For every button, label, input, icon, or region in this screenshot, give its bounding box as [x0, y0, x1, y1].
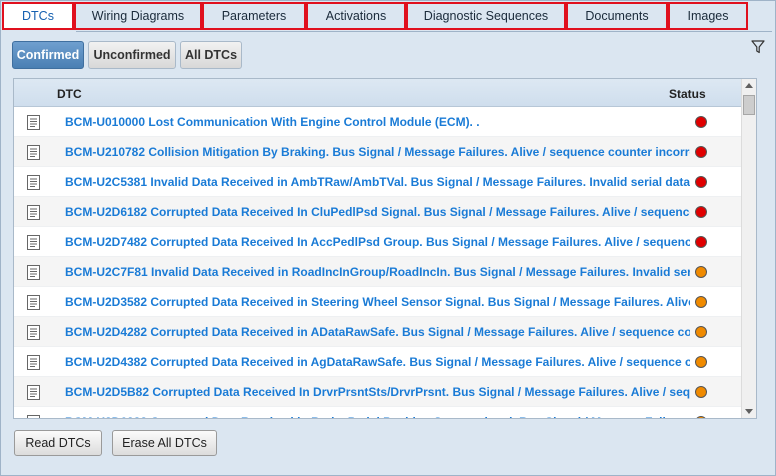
tab-bar: DTCs Wiring Diagrams Parameters Activati…: [2, 1, 774, 32]
tab-activations[interactable]: Activations: [306, 2, 406, 30]
status-indicator: [695, 206, 707, 218]
tab-wiring-diagrams[interactable]: Wiring Diagrams: [74, 2, 202, 30]
dtc-link[interactable]: BCM-U2C5381 Invalid Data Received in Amb…: [65, 175, 690, 189]
document-icon: [27, 295, 40, 310]
document-icon: [27, 145, 40, 160]
column-header-status[interactable]: Status: [669, 87, 706, 101]
table-row[interactable]: BCM-U210782 Collision Mitigation By Brak…: [14, 137, 741, 167]
status-indicator: [695, 326, 707, 338]
status-indicator: [695, 146, 707, 158]
document-icon: [27, 415, 40, 418]
table-row[interactable]: BCM-U2D7482 Corrupted Data Received In A…: [14, 227, 741, 257]
erase-all-dtcs-button[interactable]: Erase All DTCs: [112, 430, 217, 456]
document-icon: [27, 265, 40, 280]
document-icon: [27, 235, 40, 250]
dtc-link[interactable]: BCM-U2D4282 Corrupted Data Received in A…: [65, 325, 690, 339]
status-indicator: [695, 386, 707, 398]
filter-unconfirmed[interactable]: Unconfirmed: [88, 41, 176, 69]
table-row[interactable]: BCM-U2D4382 Corrupted Data Received in A…: [14, 347, 741, 377]
table-row[interactable]: BCM-U2D3582 Corrupted Data Received in S…: [14, 287, 741, 317]
document-icon: [27, 175, 40, 190]
dtc-link[interactable]: BCM-U210782 Collision Mitigation By Brak…: [65, 145, 690, 159]
tab-divider: [76, 31, 772, 32]
table-row[interactable]: BCM-U2C7F81 Invalid Data Received in Roa…: [14, 257, 741, 287]
status-indicator: [695, 416, 707, 418]
dtc-link[interactable]: BCM-U2D3582 Corrupted Data Received in S…: [65, 295, 690, 309]
funnel-icon[interactable]: [751, 40, 765, 54]
document-icon: [27, 115, 40, 130]
table-row[interactable]: BCM-U010000 Lost Communication With Engi…: [14, 107, 741, 137]
filter-all-dtcs[interactable]: All DTCs: [180, 41, 242, 69]
tab-documents[interactable]: Documents: [566, 2, 668, 30]
dtc-rows: BCM-U010000 Lost Communication With Engi…: [14, 107, 741, 418]
tab-images[interactable]: Images: [668, 2, 748, 30]
tab-parameters[interactable]: Parameters: [202, 2, 306, 30]
dtc-link[interactable]: BCM-U2D7482 Corrupted Data Received In A…: [65, 235, 690, 249]
dtc-link[interactable]: BCM-U2D5B82 Corrupted Data Received In D…: [65, 385, 690, 399]
dtc-grid: DTC Status BCM-U010000 Lost Communicatio…: [13, 78, 757, 419]
dtc-link[interactable]: BCM-U2D6182 Corrupted Data Received In C…: [65, 205, 690, 219]
status-indicator: [695, 296, 707, 308]
column-header-dtc[interactable]: DTC: [57, 87, 82, 101]
status-indicator: [695, 266, 707, 278]
document-icon: [27, 205, 40, 220]
table-row[interactable]: BCM-U2D4282 Corrupted Data Received in A…: [14, 317, 741, 347]
table-row[interactable]: BCM-U2D5B82 Corrupted Data Received In D…: [14, 377, 741, 407]
status-indicator: [695, 116, 707, 128]
dtc-link[interactable]: BCM-U2D6382 Corrupted Data Received in B…: [65, 415, 690, 418]
filter-confirmed[interactable]: Confirmed: [12, 41, 84, 69]
status-indicator: [695, 236, 707, 248]
read-dtcs-button[interactable]: Read DTCs: [14, 430, 102, 456]
dtc-link[interactable]: BCM-U010000 Lost Communication With Engi…: [65, 115, 690, 129]
table-row[interactable]: BCM-U2C5381 Invalid Data Received in Amb…: [14, 167, 741, 197]
scroll-thumb[interactable]: [743, 95, 755, 115]
vertical-scrollbar[interactable]: [741, 79, 756, 418]
status-indicator: [695, 176, 707, 188]
document-icon: [27, 385, 40, 400]
grid-header: DTC Status: [14, 79, 741, 107]
table-row[interactable]: BCM-U2D6382 Corrupted Data Received in B…: [14, 407, 741, 418]
document-icon: [27, 325, 40, 340]
status-indicator: [695, 356, 707, 368]
tab-diagnostic-sequences[interactable]: Diagnostic Sequences: [406, 2, 566, 30]
tab-dtcs[interactable]: DTCs: [2, 2, 74, 30]
dtc-link[interactable]: BCM-U2C7F81 Invalid Data Received in Roa…: [65, 265, 690, 279]
scroll-up-icon[interactable]: [745, 83, 753, 88]
scroll-down-icon[interactable]: [745, 409, 753, 414]
document-icon: [27, 355, 40, 370]
table-row[interactable]: BCM-U2D6182 Corrupted Data Received In C…: [14, 197, 741, 227]
dtc-link[interactable]: BCM-U2D4382 Corrupted Data Received in A…: [65, 355, 690, 369]
